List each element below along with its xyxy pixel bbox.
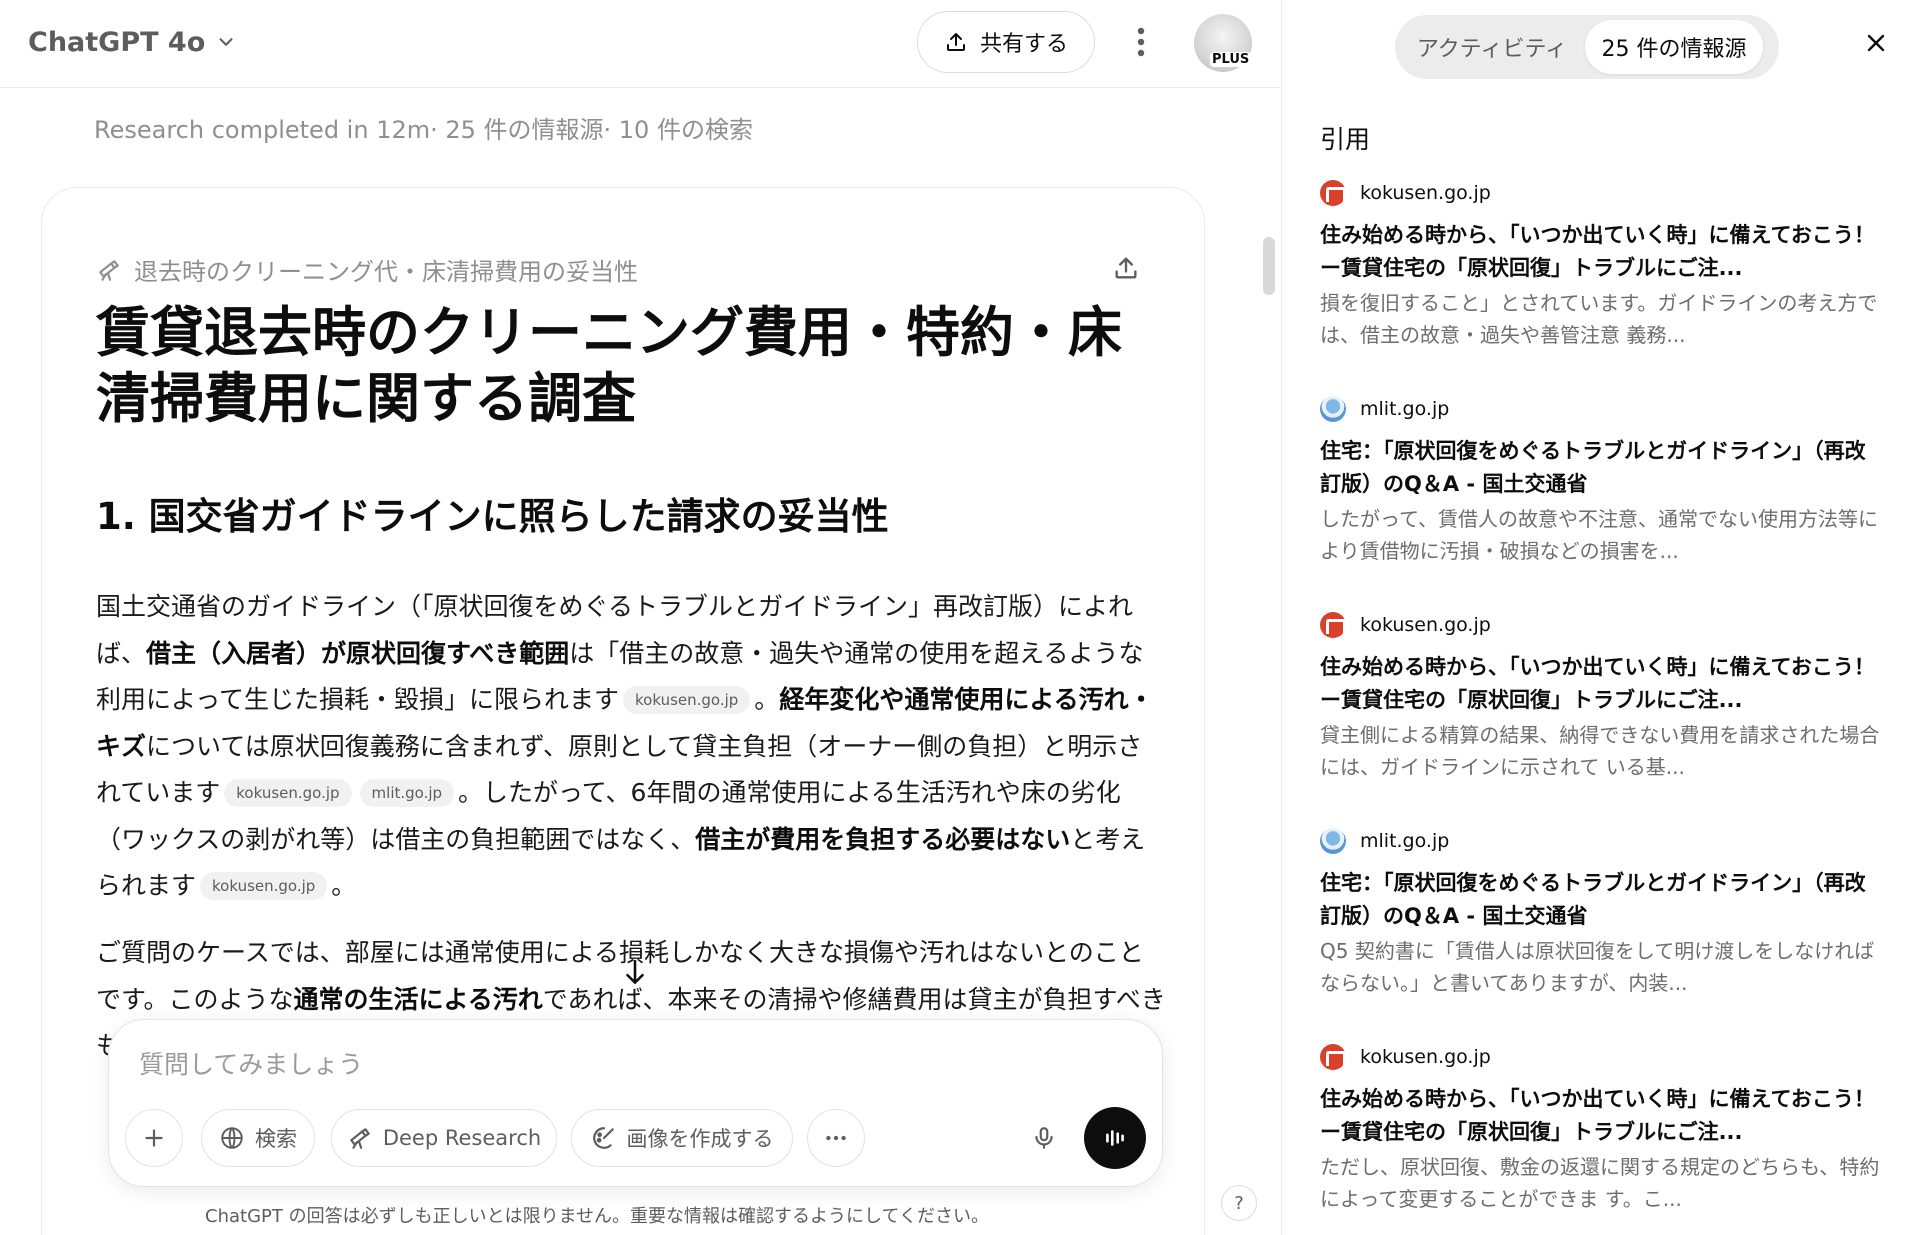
tab-activity[interactable]: アクティビティ bbox=[1403, 20, 1581, 74]
source-domain-label: mlit.go.jp bbox=[1360, 830, 1450, 852]
source-item[interactable]: mlit.go.jp 住宅：「原状回復をめぐるトラブルとガイドライン」（再改訂版… bbox=[1320, 827, 1880, 999]
export-icon[interactable] bbox=[1112, 254, 1140, 282]
mlit-favicon-icon bbox=[1320, 396, 1346, 422]
sources-panel: アクティビティ 25 件の情報源 引用 kokusen.go.jp 住み始める時… bbox=[1281, 0, 1920, 1235]
message-composer: 検索 Deep Research 画像を作成する bbox=[108, 1019, 1163, 1187]
search-button[interactable]: 検索 bbox=[201, 1109, 315, 1167]
source-domain: mlit.go.jp bbox=[1320, 827, 1880, 855]
source-domain: mlit.go.jp bbox=[1320, 395, 1880, 423]
source-domain: kokusen.go.jp bbox=[1320, 1043, 1880, 1071]
source-item[interactable]: kokusen.go.jp 住み始める時から、「いつか出ていく時」に備えておこう… bbox=[1320, 179, 1880, 351]
research-status: Research completed in 12m· 25 件の情報源· 10 … bbox=[94, 116, 753, 144]
bold-text: 通常の生活による汚れ bbox=[293, 984, 543, 1014]
source-title: 住宅：「原状回復をめぐるトラブルとガイドライン」（再改訂版）のQ＆A - 国土交… bbox=[1320, 439, 1866, 496]
source-snippet: 損を復旧すること」とされています。ガイドラインの考え方では、借主の故意・過失や善… bbox=[1320, 291, 1878, 347]
report-topic: 退去時のクリーニング代・床清掃費用の妥当性 bbox=[96, 252, 638, 287]
telescope-icon bbox=[99, 259, 119, 281]
deep-research-button[interactable]: Deep Research bbox=[331, 1109, 557, 1167]
close-icon bbox=[1867, 34, 1885, 52]
text: 。 bbox=[754, 685, 780, 714]
source-domain-label: mlit.go.jp bbox=[1360, 398, 1450, 420]
scrollbar-thumb[interactable] bbox=[1263, 237, 1275, 295]
telescope-icon bbox=[350, 1128, 370, 1149]
paint-brush-icon bbox=[592, 1127, 614, 1149]
create-image-label: 画像を作成する bbox=[626, 1127, 774, 1151]
source-snippet: Q5 契約書に「賃借人は原状回復をして明け渡しをしなければならない。」と書いてあ… bbox=[1320, 939, 1875, 995]
share-button[interactable]: 共有する bbox=[917, 11, 1095, 73]
plus-badge: PLUS bbox=[1210, 52, 1252, 67]
source-snippet: 貸主側による精算の結果、納得できない費用を請求された場合には、ガイドラインに示さ… bbox=[1320, 723, 1880, 779]
source-item[interactable]: mlit.go.jp 住宅：「原状回復をめぐるトラブルとガイドライン」（再改訂版… bbox=[1320, 395, 1880, 567]
kokusen-favicon-icon bbox=[1320, 180, 1346, 206]
source-title: 住み始める時から、「いつか出ていく時」に備えておこう！ー賃貸住宅の「原状回復」ト… bbox=[1320, 1087, 1875, 1144]
mlit-favicon-icon bbox=[1320, 828, 1346, 854]
attach-button[interactable] bbox=[125, 1109, 183, 1167]
kokusen-favicon-icon bbox=[1320, 1044, 1346, 1070]
microphone-icon bbox=[1035, 1127, 1053, 1149]
report-topic-label: 退去時のクリーニング代・床清掃費用の妥当性 bbox=[134, 258, 638, 286]
plus-icon bbox=[145, 1129, 163, 1147]
citation-chip[interactable]: mlit.go.jp bbox=[359, 779, 455, 807]
source-item[interactable]: kokusen.go.jp 住み始める時から、「いつか出ていく時」に備えておこう… bbox=[1320, 1043, 1880, 1215]
kokusen-favicon-icon bbox=[1320, 612, 1346, 638]
source-domain-label: kokusen.go.jp bbox=[1360, 1046, 1491, 1068]
scroll-to-bottom-button[interactable] bbox=[614, 952, 656, 994]
create-image-button[interactable]: 画像を作成する bbox=[571, 1109, 793, 1167]
source-domain: kokusen.go.jp bbox=[1320, 179, 1880, 207]
section-heading: 1. 国交省ガイドラインに照らした請求の妥当性 bbox=[96, 495, 889, 538]
panel-tabs: アクティビティ 25 件の情報源 bbox=[1395, 15, 1779, 79]
citation-chip[interactable]: kokusen.go.jp bbox=[623, 686, 751, 714]
share-label: 共有する bbox=[979, 32, 1068, 57]
source-domain-label: kokusen.go.jp bbox=[1360, 614, 1491, 636]
chevron-down-icon bbox=[219, 38, 233, 46]
source-domain-label: kokusen.go.jp bbox=[1360, 182, 1491, 204]
citation-chip[interactable]: kokusen.go.jp bbox=[224, 779, 352, 807]
text: 。 bbox=[331, 871, 357, 900]
report-paragraph: 国土交通省のガイドライン（「原状回復をめぐるトラブルとガイドライン」再改訂版）に… bbox=[96, 584, 1166, 910]
close-panel-button[interactable] bbox=[1857, 24, 1895, 62]
source-snippet: ただし、原状回復、敷金の返還に関する規定のどちらも、特約によって変更することがで… bbox=[1320, 1155, 1880, 1211]
deep-research-label: Deep Research bbox=[382, 1126, 542, 1150]
source-domain: kokusen.go.jp bbox=[1320, 611, 1880, 639]
citations-heading: 引用 bbox=[1320, 125, 1371, 154]
report-title: 賃貸退去時のクリーニング費用・特約・床清掃費用に関する調査 bbox=[96, 301, 1122, 430]
citation-chip[interactable]: kokusen.go.jp bbox=[200, 872, 328, 900]
globe-icon bbox=[221, 1127, 243, 1149]
source-title: 住み始める時から、「いつか出ていく時」に備えておこう！ー賃貸住宅の「原状回復」ト… bbox=[1320, 655, 1875, 712]
disclaimer: ChatGPT の回答は必ずしも正しいとは限りません。重要な情報は確認するように… bbox=[205, 1206, 989, 1227]
bold-text: 借主（入居者）が原状回復すべき範囲 bbox=[146, 638, 570, 668]
help-button[interactable]: ? bbox=[1221, 1185, 1257, 1221]
upload-icon bbox=[946, 33, 965, 51]
arrow-down-icon bbox=[626, 959, 644, 984]
horizontal-dots-icon bbox=[826, 1135, 846, 1141]
main-pane: ChatGPT 4o 共有する PLUS Research completed … bbox=[0, 0, 1281, 1235]
source-title: 住宅：「原状回復をめぐるトラブルとガイドライン」（再改訂版）のQ＆A - 国土交… bbox=[1320, 871, 1866, 928]
dictate-button[interactable] bbox=[1015, 1109, 1073, 1167]
source-item[interactable]: kokusen.go.jp 住み始める時から、「いつか出ていく時」に備えておこう… bbox=[1320, 611, 1880, 783]
search-label: 検索 bbox=[255, 1127, 297, 1151]
model-name: ChatGPT 4o bbox=[28, 26, 206, 58]
bold-text: 借主が費用を負担する必要はない bbox=[695, 824, 1071, 854]
waveform-icon bbox=[1106, 1130, 1124, 1146]
source-snippet: したがって、賃借人の故意や不注意、通常でない使用方法等により賃借物に汚損・破損な… bbox=[1320, 507, 1878, 563]
more-options-button[interactable] bbox=[1120, 18, 1162, 66]
tab-sources[interactable]: 25 件の情報源 bbox=[1585, 20, 1763, 74]
top-bar: ChatGPT 4o 共有する PLUS bbox=[0, 0, 1281, 88]
model-selector[interactable]: ChatGPT 4o bbox=[28, 20, 237, 64]
vertical-dots-icon bbox=[1137, 27, 1145, 57]
more-tools-button[interactable] bbox=[807, 1109, 865, 1167]
voice-mode-button[interactable] bbox=[1084, 1107, 1146, 1169]
prompt-input[interactable] bbox=[139, 1044, 1099, 1084]
source-title: 住み始める時から、「いつか出ていく時」に備えておこう！ー賃貸住宅の「原状回復」ト… bbox=[1320, 223, 1875, 280]
